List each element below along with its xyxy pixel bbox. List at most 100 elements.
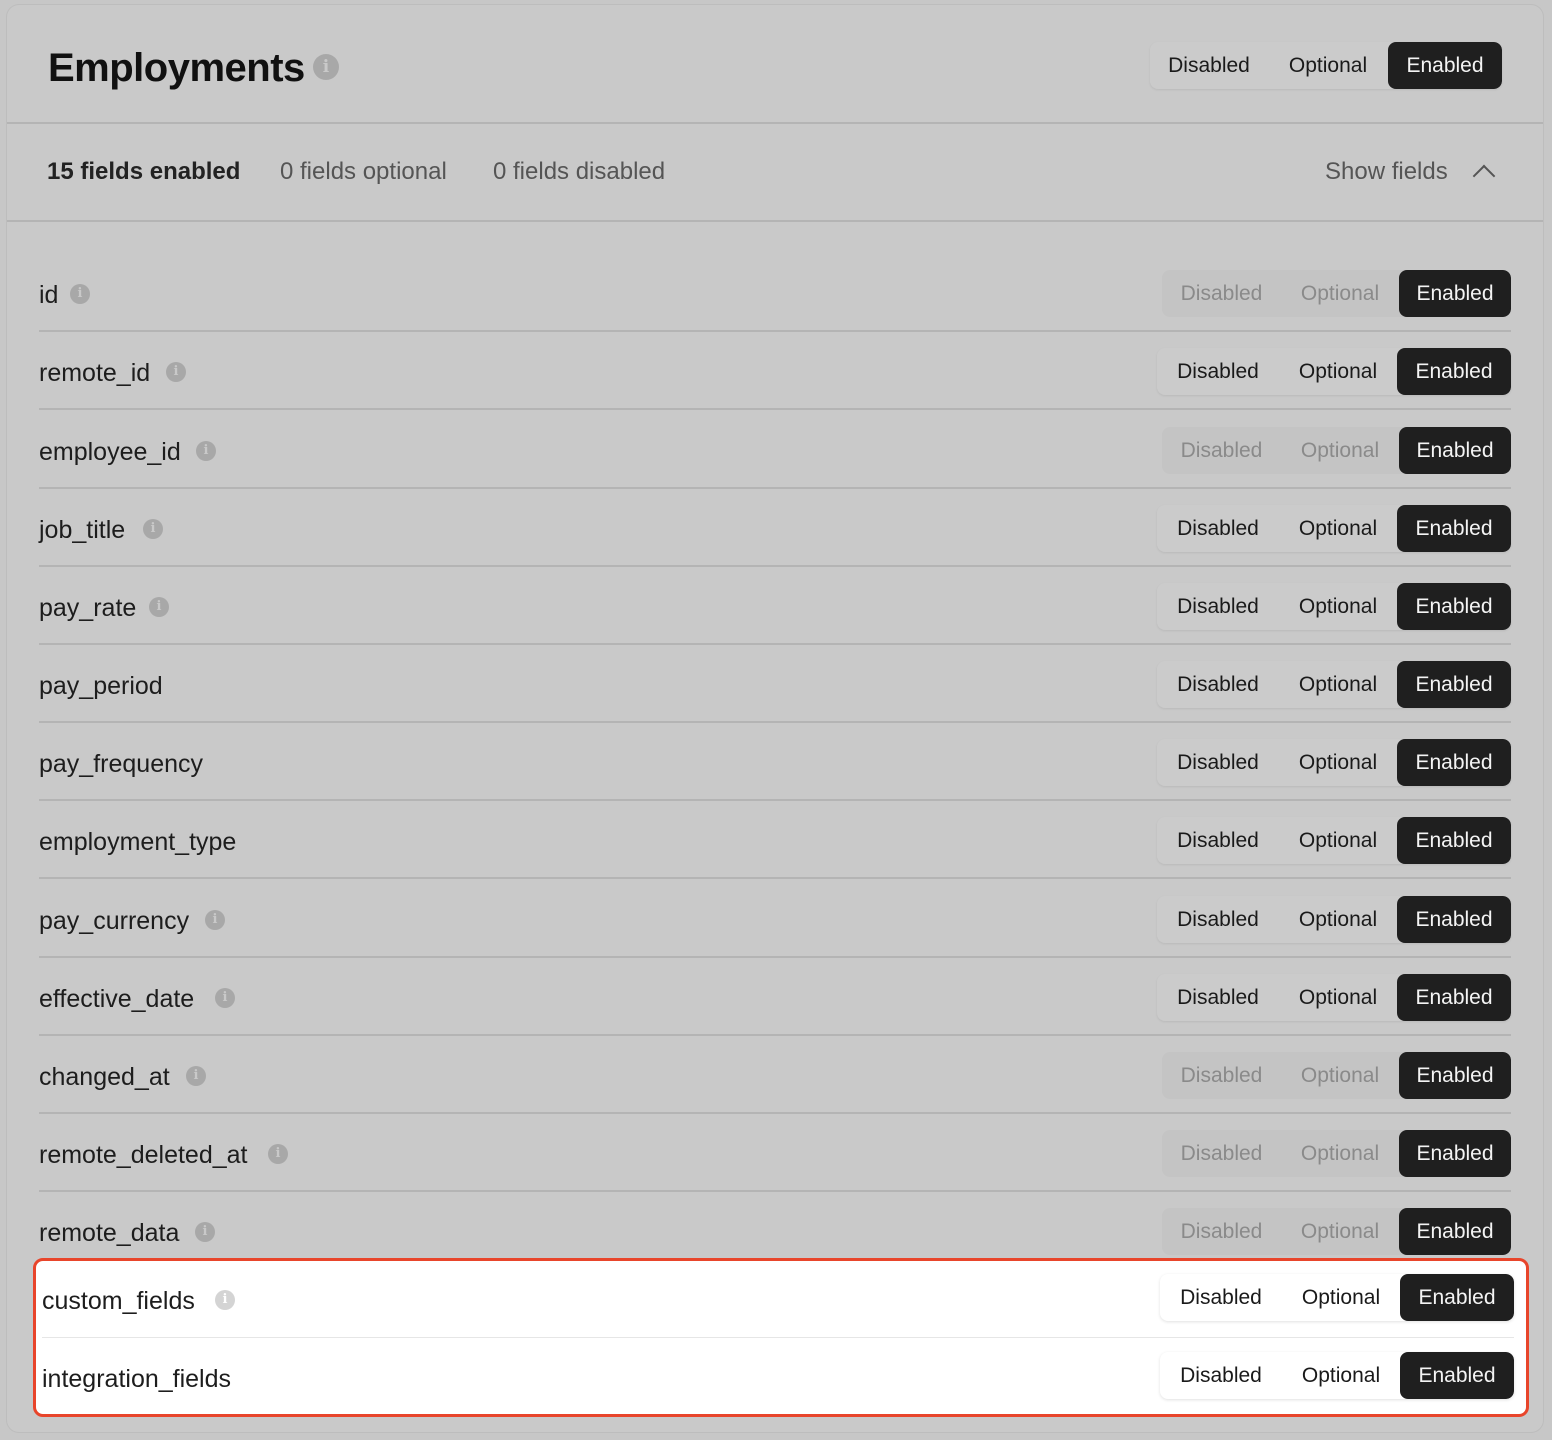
row-divider: [39, 1190, 1511, 1192]
info-icon[interactable]: i: [143, 519, 163, 539]
disabled-option-button[interactable]: Disabled: [1157, 661, 1279, 708]
optional-option-button: Optional: [1300, 282, 1380, 305]
field-name: id: [39, 281, 59, 309]
field-row: pay_rate i Disabled Optional Enabled: [39, 568, 1511, 645]
optional-option-button[interactable]: Optional: [1279, 896, 1397, 943]
enabled-option-button[interactable]: Enabled: [1397, 348, 1511, 395]
optional-option-button[interactable]: Optional: [1282, 1352, 1400, 1399]
enabled-option-button[interactable]: Enabled: [1399, 1052, 1511, 1099]
mode-disabled-button[interactable]: Disabled: [1150, 42, 1268, 89]
disabled-option-button[interactable]: Disabled: [1160, 1352, 1282, 1399]
info-icon[interactable]: i: [149, 597, 169, 617]
enabled-option-button[interactable]: Enabled: [1400, 1274, 1514, 1321]
field-row: employment_type Disabled Optional Enabled: [39, 802, 1511, 879]
mode-optional-button[interactable]: Optional: [1268, 42, 1388, 89]
info-icon[interactable]: i: [313, 54, 339, 80]
info-icon[interactable]: i: [205, 910, 225, 930]
optional-option-button[interactable]: Optional: [1279, 739, 1397, 786]
row-divider: [39, 1112, 1511, 1114]
info-icon[interactable]: i: [166, 362, 186, 382]
field-mode-toggle: Disabled Optional Enabled: [1157, 661, 1511, 708]
field-row: job_title i Disabled Optional Enabled: [39, 490, 1511, 567]
disabled-option-button[interactable]: Disabled: [1160, 1274, 1282, 1321]
optional-option-button: Optional: [1300, 1220, 1380, 1243]
field-row: employee_id i Disabled Optional Enabled: [39, 412, 1511, 489]
mode-enabled-button[interactable]: Enabled: [1388, 42, 1502, 89]
row-divider: [39, 330, 1511, 332]
disabled-option-button[interactable]: Disabled: [1157, 817, 1279, 864]
field-row: changed_at i Disabled Optional Enabled: [39, 1037, 1511, 1114]
info-icon[interactable]: i: [195, 1222, 215, 1242]
row-divider: [39, 721, 1511, 723]
enabled-option-button[interactable]: Enabled: [1400, 1352, 1514, 1399]
enabled-option-button[interactable]: Enabled: [1399, 427, 1511, 474]
fields-summary: 15 fields enabled 0 fields optional 0 fi…: [7, 124, 1543, 222]
field-name: employment_type: [39, 828, 237, 856]
optional-option-button[interactable]: Optional: [1282, 1274, 1400, 1321]
enabled-option-button[interactable]: Enabled: [1397, 505, 1511, 552]
disabled-option-button: Disabled: [1180, 282, 1263, 305]
field-name: pay_currency: [39, 907, 190, 935]
disabled-option-button: Disabled: [1180, 439, 1263, 462]
field-name: remote_id: [39, 359, 151, 387]
optional-option-button[interactable]: Optional: [1279, 661, 1397, 708]
optional-option-button[interactable]: Optional: [1279, 505, 1397, 552]
field-mode-toggle: Disabled Optional Enabled: [1157, 974, 1511, 1021]
field-mode-toggle: Disabled Optional Enabled: [1157, 896, 1511, 943]
optional-option-button[interactable]: Optional: [1279, 348, 1397, 395]
field-row: pay_period Disabled Optional Enabled: [39, 646, 1511, 723]
enabled-option-button[interactable]: Enabled: [1397, 974, 1511, 1021]
field-mode-toggle: Disabled Optional Enabled: [1162, 1130, 1511, 1177]
field-name: custom_fields: [42, 1287, 195, 1315]
enabled-option-button[interactable]: Enabled: [1397, 817, 1511, 864]
row-divider: [39, 799, 1511, 801]
field-name: employee_id: [39, 438, 181, 466]
info-icon[interactable]: i: [196, 441, 216, 461]
row-divider: [39, 408, 1511, 410]
disabled-option-button[interactable]: Disabled: [1157, 348, 1279, 395]
enabled-option-button[interactable]: Enabled: [1397, 739, 1511, 786]
field-mode-toggle: Disabled Optional Enabled: [1157, 505, 1511, 552]
row-divider: [39, 487, 1511, 489]
field-name: job_title: [39, 516, 126, 544]
enabled-option-button[interactable]: Enabled: [1397, 896, 1511, 943]
field-name: effective_date: [39, 985, 195, 1013]
disabled-option-button[interactable]: Disabled: [1157, 739, 1279, 786]
enabled-option-button[interactable]: Enabled: [1399, 1208, 1511, 1255]
chevron-up-icon[interactable]: [1472, 164, 1496, 188]
show-fields-toggle[interactable]: Show fields: [1325, 158, 1448, 186]
optional-option-button: Optional: [1300, 1142, 1380, 1165]
field-name: integration_fields: [42, 1365, 232, 1393]
info-icon[interactable]: i: [215, 988, 235, 1008]
optional-option-button[interactable]: Optional: [1279, 974, 1397, 1021]
field-mode-toggle: Disabled Optional Enabled: [1162, 1052, 1511, 1099]
optional-option-button[interactable]: Optional: [1279, 817, 1397, 864]
disabled-option-button: Disabled: [1180, 1064, 1263, 1087]
disabled-count: 0 fields disabled: [493, 158, 666, 185]
optional-option-button[interactable]: Optional: [1279, 583, 1397, 630]
field-name: pay_frequency: [39, 750, 204, 778]
field-row: custom_fields i Disabled Optional Enabled: [42, 1261, 1514, 1338]
disabled-option-button[interactable]: Disabled: [1157, 974, 1279, 1021]
field-name: changed_at: [39, 1063, 170, 1091]
enabled-option-button[interactable]: Enabled: [1399, 1130, 1511, 1177]
row-divider: [39, 877, 1511, 879]
enabled-option-button[interactable]: Enabled: [1397, 583, 1511, 630]
employments-card: Employments i Disabled Optional Enabled …: [7, 5, 1543, 1432]
optional-option-button: Optional: [1300, 439, 1380, 462]
enabled-option-button[interactable]: Enabled: [1399, 270, 1511, 317]
info-icon[interactable]: i: [215, 1290, 235, 1310]
disabled-option-button[interactable]: Disabled: [1157, 896, 1279, 943]
info-icon[interactable]: i: [186, 1066, 206, 1086]
info-icon[interactable]: i: [70, 284, 90, 304]
disabled-option-button[interactable]: Disabled: [1157, 505, 1279, 552]
field-mode-toggle: Disabled Optional Enabled: [1157, 583, 1511, 630]
enabled-option-button[interactable]: Enabled: [1397, 661, 1511, 708]
disabled-option-button[interactable]: Disabled: [1157, 583, 1279, 630]
field-mode-toggle: Disabled Optional Enabled: [1157, 348, 1511, 395]
optional-option-button: Optional: [1300, 1064, 1380, 1087]
page-title: Employments: [48, 46, 305, 90]
field-mode-toggle: Disabled Optional Enabled: [1157, 739, 1511, 786]
info-icon[interactable]: i: [268, 1144, 288, 1164]
field-row: id i Disabled Optional Enabled: [39, 255, 1511, 332]
